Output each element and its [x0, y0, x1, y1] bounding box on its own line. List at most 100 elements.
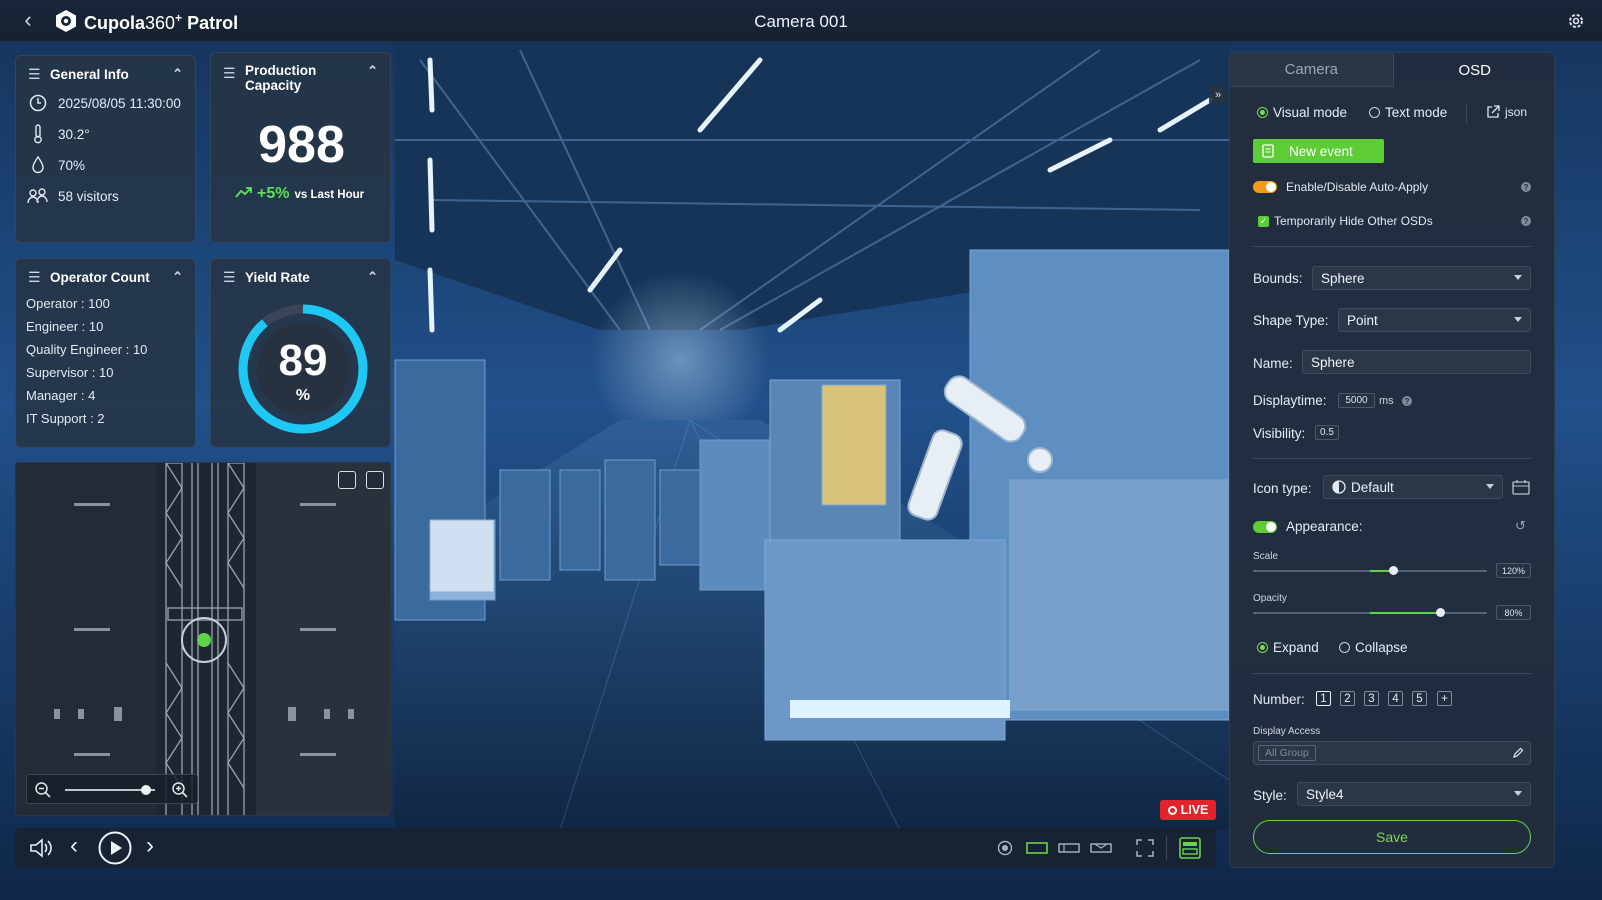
record-icon[interactable] — [997, 840, 1013, 856]
chevron-up-icon[interactable]: ⌃ — [172, 66, 183, 82]
zoom-in-icon[interactable] — [171, 781, 189, 799]
all-group-tag[interactable]: All Group — [1258, 745, 1316, 761]
scale-value[interactable]: 120% — [1496, 563, 1531, 578]
change-note: vs Last Hour — [294, 189, 365, 201]
camera-title: Camera 001 — [754, 12, 848, 31]
live-dot-icon — [1167, 805, 1177, 815]
displaytime-input[interactable]: 5000 — [1338, 393, 1375, 408]
next-icon[interactable]: › — [146, 834, 154, 858]
gear-icon[interactable] — [1566, 11, 1586, 31]
icon-type-label: Icon type: — [1253, 481, 1312, 496]
displaytime-label: Displaytime: — [1253, 393, 1327, 408]
number-2-button[interactable]: 2 — [1340, 691, 1355, 706]
view-wide-icon[interactable] — [1026, 841, 1048, 855]
external-link-icon — [1487, 105, 1500, 118]
volume-icon[interactable] — [29, 837, 55, 859]
opacity-slider-thumb[interactable] — [1436, 608, 1446, 617]
divider — [1166, 836, 1167, 860]
play-icon[interactable] — [98, 831, 132, 865]
visual-mode-radio[interactable] — [1257, 107, 1268, 118]
general-info-header: ☰ General Info ⌃ — [28, 66, 183, 83]
displaytime-unit: ms — [1379, 395, 1394, 407]
appearance-toggle[interactable] — [1253, 521, 1277, 533]
tab-camera[interactable]: Camera — [1230, 53, 1394, 87]
camera-position-marker[interactable] — [197, 633, 211, 647]
app-brand: Cupola360+ Patrol — [84, 11, 239, 33]
json-button[interactable]: json — [1486, 105, 1527, 119]
edit-pencil-icon[interactable] — [1512, 747, 1524, 759]
text-mode-label: Text mode — [1385, 105, 1448, 120]
drag-handle-icon[interactable]: ☰ — [223, 269, 237, 286]
minimap-mode-2-button[interactable] — [366, 471, 384, 489]
reset-icon[interactable]: ↺ — [1515, 518, 1526, 534]
view-panorama-icon[interactable] — [1090, 841, 1112, 855]
engineer-row: Engineer : 10 — [26, 319, 104, 334]
new-event-label: New event — [1289, 143, 1353, 159]
style-value: Style4 — [1306, 786, 1344, 802]
back-arrow-icon[interactable]: ‹ — [16, 9, 40, 33]
help-icon[interactable]: ? — [1521, 216, 1531, 226]
production-change: +5% vs Last Hour — [235, 185, 364, 203]
zoom-slider-thumb[interactable] — [141, 785, 151, 795]
new-event-button[interactable]: New event — [1253, 139, 1384, 163]
fullscreen-icon[interactable] — [1136, 839, 1154, 857]
number-5-button[interactable]: 5 — [1412, 691, 1427, 706]
drag-handle-icon[interactable]: ☰ — [28, 269, 42, 286]
tab-osd[interactable]: OSD — [1394, 53, 1555, 87]
bounds-select[interactable]: Sphere — [1312, 266, 1531, 290]
style-select[interactable]: Style4 — [1297, 782, 1531, 806]
visibility-input[interactable]: 0.5 — [1315, 425, 1339, 440]
style-label: Style: — [1253, 788, 1287, 803]
visitors-value: 58 visitors — [58, 188, 119, 204]
layout-toggle-icon[interactable] — [1179, 837, 1201, 859]
collapse-panel-button[interactable]: » — [1209, 86, 1227, 104]
save-button[interactable]: Save — [1253, 820, 1531, 854]
text-mode-radio[interactable] — [1369, 107, 1380, 118]
yield-rate-header: ☰ Yield Rate ⌃ — [223, 269, 378, 286]
thermometer-icon — [26, 124, 50, 144]
number-1-button[interactable]: 1 — [1316, 691, 1331, 706]
expand-option[interactable]: Expand — [1257, 640, 1319, 655]
operator-count-title: Operator Count — [50, 270, 150, 285]
drag-handle-icon[interactable]: ☰ — [28, 66, 42, 83]
trend-up-icon — [235, 187, 252, 198]
number-3-button[interactable]: 3 — [1364, 691, 1379, 706]
add-number-button[interactable]: + — [1437, 691, 1452, 706]
visual-mode-option[interactable]: Visual mode — [1257, 105, 1347, 120]
expand-radio[interactable] — [1257, 642, 1268, 653]
help-icon[interactable]: ? — [1521, 182, 1531, 192]
appearance-label: Appearance: — [1286, 519, 1363, 534]
scale-label: Scale — [1253, 551, 1279, 562]
chevron-down-icon — [1514, 317, 1522, 322]
opacity-value[interactable]: 80% — [1496, 605, 1531, 620]
chevron-up-icon[interactable]: ⌃ — [367, 63, 378, 79]
shape-type-select[interactable]: Point — [1338, 308, 1531, 332]
operator-count-widget: ☰ Operator Count ⌃ Operator : 100 Engine… — [15, 258, 196, 448]
zoom-out-icon[interactable] — [34, 781, 52, 799]
opacity-slider-fill — [1370, 612, 1441, 614]
divider — [1253, 673, 1531, 674]
help-icon[interactable]: ? — [1402, 396, 1412, 406]
display-access-field[interactable]: All Group — [1253, 741, 1531, 765]
name-input[interactable]: Sphere — [1302, 350, 1531, 374]
hide-osds-checkbox[interactable]: ✓ — [1258, 216, 1269, 227]
auto-apply-toggle[interactable] — [1253, 181, 1277, 193]
document-icon — [1262, 144, 1274, 158]
number-4-button[interactable]: 4 — [1388, 691, 1403, 706]
droplet-icon — [26, 155, 50, 175]
chevron-up-icon[interactable]: ⌃ — [172, 269, 183, 285]
bounds-value: Sphere — [1321, 270, 1365, 286]
collapse-radio[interactable] — [1339, 642, 1350, 653]
calendar-icon[interactable] — [1512, 479, 1530, 495]
live-label: LIVE — [1180, 803, 1209, 817]
floor-minimap[interactable] — [15, 462, 391, 816]
text-mode-option[interactable]: Text mode — [1369, 105, 1447, 120]
scale-slider-thumb[interactable] — [1389, 566, 1399, 575]
icon-type-select[interactable]: Default — [1323, 475, 1503, 499]
previous-icon[interactable]: ‹ — [70, 834, 78, 858]
chevron-up-icon[interactable]: ⌃ — [367, 269, 378, 285]
collapse-option[interactable]: Collapse — [1339, 640, 1408, 655]
drag-handle-icon[interactable]: ☰ — [223, 65, 237, 82]
view-split-icon[interactable] — [1058, 841, 1080, 855]
minimap-mode-1-button[interactable] — [338, 471, 356, 489]
